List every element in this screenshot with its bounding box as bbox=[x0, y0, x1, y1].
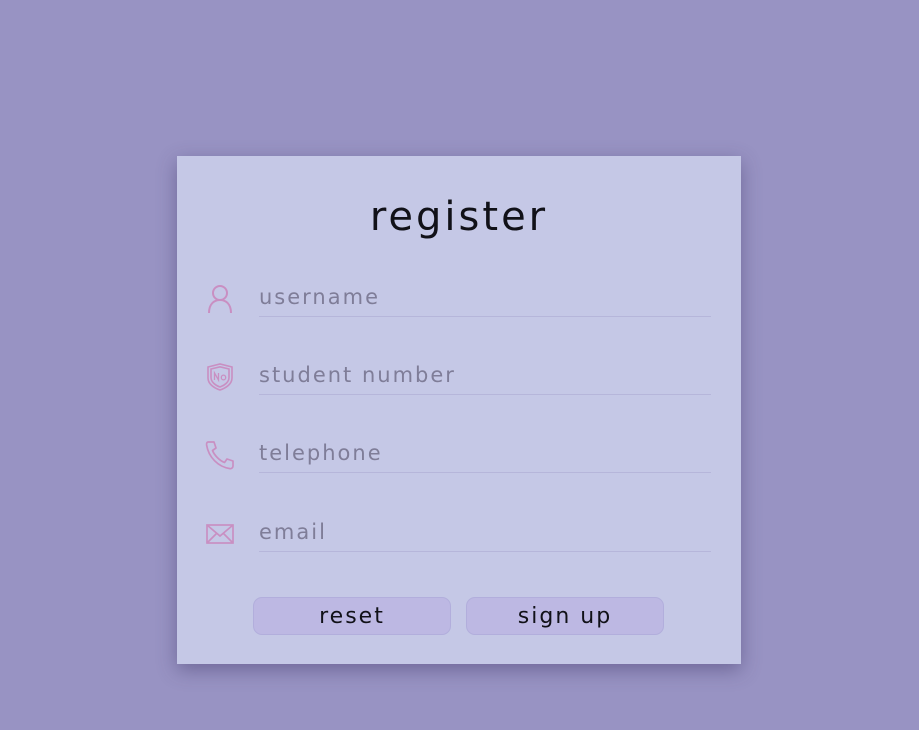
student-number-field-row bbox=[203, 356, 711, 396]
phone-icon bbox=[203, 438, 237, 472]
telephone-field-row bbox=[203, 434, 711, 474]
mail-icon bbox=[203, 517, 237, 551]
email-field-row bbox=[203, 513, 711, 553]
telephone-input[interactable] bbox=[259, 434, 711, 473]
email-input[interactable] bbox=[259, 513, 711, 552]
user-icon bbox=[203, 282, 237, 316]
student-number-input[interactable] bbox=[259, 356, 711, 395]
form-title: register bbox=[369, 194, 549, 240]
register-card: register username student number telepho… bbox=[177, 156, 741, 664]
sign-up-button[interactable]: sign up bbox=[466, 597, 664, 635]
shield-no-icon bbox=[203, 360, 237, 394]
username-input[interactable] bbox=[259, 278, 711, 317]
username-field-row bbox=[203, 278, 711, 318]
reset-button[interactable]: reset bbox=[253, 597, 451, 635]
